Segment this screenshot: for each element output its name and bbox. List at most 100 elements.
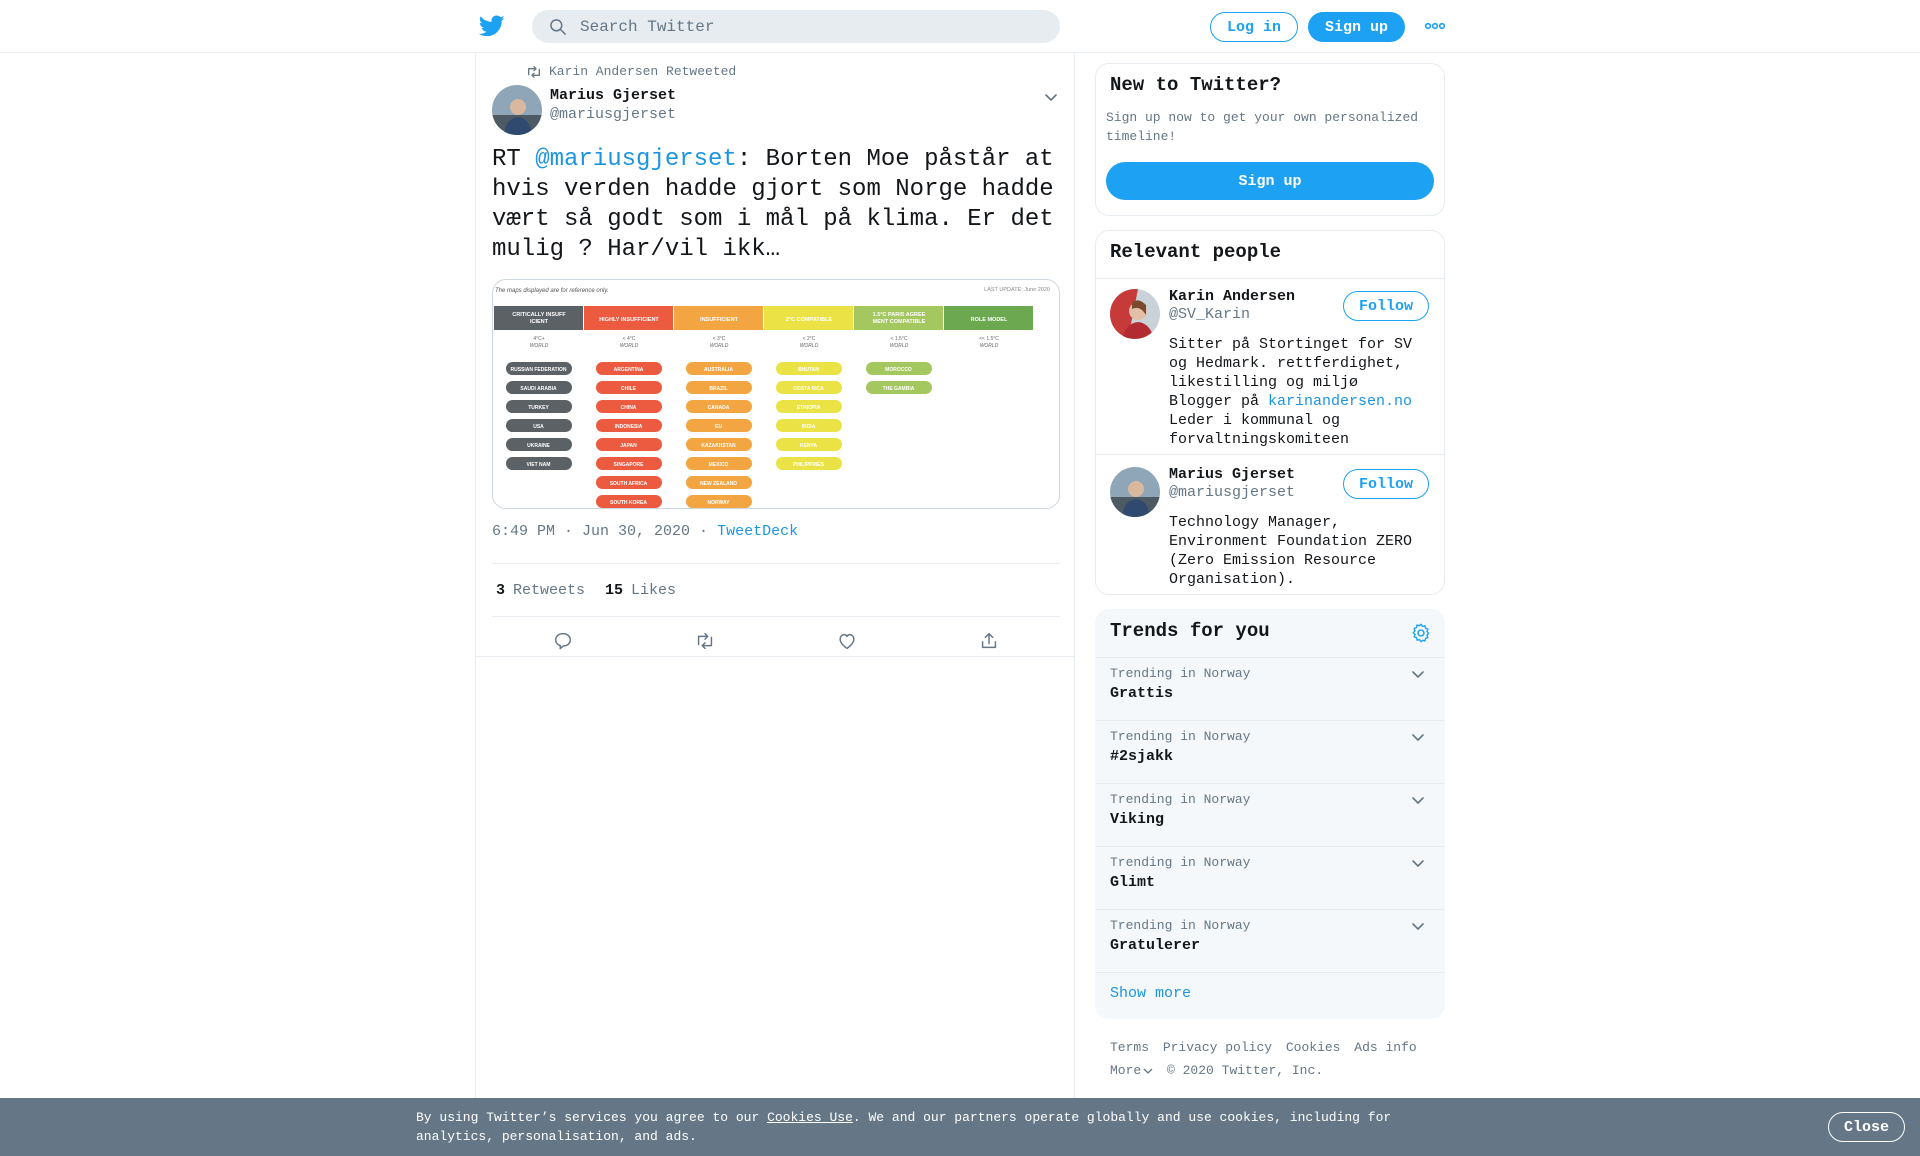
rating-threshold: < 3°C xyxy=(713,336,726,342)
sidebar-signup-button[interactable]: Sign up xyxy=(1106,162,1434,200)
rating-threshold: < 1.5°C xyxy=(891,336,908,342)
rating-world-label: WORLD xyxy=(890,343,909,349)
author-name[interactable]: Marius Gjerset xyxy=(550,87,676,104)
rating-threshold: < 2°C xyxy=(803,336,816,342)
search-input[interactable] xyxy=(580,17,1020,36)
trend-item[interactable]: Trending in Norway Gratulerer xyxy=(1096,909,1444,972)
share-button[interactable] xyxy=(918,617,1060,665)
country-label: RUSSIAN FEDERATION xyxy=(510,367,566,373)
trends-title: Trends for you xyxy=(1110,620,1270,642)
chevron-down-icon xyxy=(1143,1068,1153,1074)
reply-button[interactable] xyxy=(492,617,634,665)
more-options-icon[interactable] xyxy=(1424,20,1446,32)
footer-links: Terms Privacy policy Cookies Ads info Mo… xyxy=(1110,1036,1440,1082)
karin-avatar-image xyxy=(1110,289,1160,339)
trend-item[interactable]: Trending in Norway #2sjakk xyxy=(1096,720,1444,783)
cookie-text-before: By using Twitter’s services you agree to… xyxy=(416,1110,768,1125)
country-label: KAZAKHSTAN xyxy=(701,443,736,449)
country-label: MEXICO xyxy=(709,462,729,468)
country-label: VIET NAM xyxy=(527,462,551,468)
retweets-label[interactable]: Retweets xyxy=(513,582,585,599)
person-name[interactable]: Karin Andersen xyxy=(1169,288,1295,305)
bio-website-link[interactable]: karinandersen.no xyxy=(1268,393,1412,410)
chevron-down-icon[interactable] xyxy=(1411,919,1425,933)
trend-item[interactable]: Trending in Norway Glimt xyxy=(1096,846,1444,909)
cookies-use-link[interactable]: Cookies Use xyxy=(767,1110,853,1125)
country-label: SAUDI ARABIA xyxy=(520,386,557,392)
bio-line: Blogger på karinandersen.no xyxy=(1169,392,1439,411)
like-button[interactable] xyxy=(776,617,918,665)
bio-line: likestilling og miljø xyxy=(1169,374,1359,391)
country-label: JAPAN xyxy=(620,443,637,449)
retweet-icon xyxy=(528,65,540,78)
person-handle[interactable]: @SV_Karin xyxy=(1169,306,1250,323)
tweet-media-image[interactable]: The maps displayed are for reference onl… xyxy=(492,279,1060,509)
country-label: CHILE xyxy=(621,386,637,392)
chevron-down-icon[interactable] xyxy=(1411,730,1425,744)
retweet-context: Karin Andersen Retweeted xyxy=(526,64,736,79)
footer-privacy-link[interactable]: Privacy policy xyxy=(1163,1040,1272,1055)
tweet-source-link[interactable]: TweetDeck xyxy=(717,523,798,540)
chevron-down-icon[interactable] xyxy=(1411,793,1425,807)
retweet-button[interactable] xyxy=(634,617,776,665)
follow-button[interactable]: Follow xyxy=(1343,469,1429,499)
bio-line: og Hedmark. rettferdighet, xyxy=(1169,355,1404,372)
country-label: SOUTH KOREA xyxy=(610,500,647,506)
retweets-count[interactable]: 3 xyxy=(496,582,505,599)
show-more-link[interactable]: Show more xyxy=(1110,985,1191,1002)
follow-button[interactable]: Follow xyxy=(1343,291,1429,321)
avatar[interactable] xyxy=(1110,467,1160,517)
country-label: COSTA RICA xyxy=(793,386,824,392)
country-label: INDONESIA xyxy=(615,424,643,430)
trend-name[interactable]: Viking xyxy=(1110,811,1164,828)
footer-ads-link[interactable]: Ads info xyxy=(1354,1040,1416,1055)
divider xyxy=(1096,454,1444,455)
tweet-mention-link[interactable]: @mariusgjerset xyxy=(535,146,737,173)
twitter-logo-icon[interactable] xyxy=(478,13,506,39)
tweet-actions xyxy=(492,617,1060,665)
author-avatar[interactable] xyxy=(492,85,542,135)
country-label: THE GAMBIA xyxy=(883,386,915,392)
likes-label[interactable]: Likes xyxy=(631,582,676,599)
trend-name[interactable]: Glimt xyxy=(1110,874,1155,891)
cookie-close-button[interactable]: Close xyxy=(1828,1112,1905,1142)
tweet-stats: 3 Retweets 15 Likes xyxy=(492,563,1060,617)
climate-rating-chart-image: The maps displayed are for reference onl… xyxy=(493,280,1059,508)
bio-text: Blogger på xyxy=(1169,393,1269,410)
country-label: MOROCCO xyxy=(885,367,912,373)
rating-world-label: WORLD xyxy=(980,343,999,349)
trend-item[interactable]: Trending in Norway Viking xyxy=(1096,783,1444,846)
trend-name[interactable]: Gratulerer xyxy=(1110,937,1200,954)
trend-name[interactable]: #2sjakk xyxy=(1110,748,1173,765)
reply-icon xyxy=(554,632,572,650)
trend-item[interactable]: Trending in Norway Grattis xyxy=(1096,657,1444,720)
footer-more-link[interactable]: More xyxy=(1110,1059,1153,1082)
country-label: EU xyxy=(715,424,722,430)
author-handle[interactable]: @mariusgjerset xyxy=(550,106,676,123)
person-name[interactable]: Marius Gjerset xyxy=(1169,466,1295,483)
login-button[interactable]: Log in xyxy=(1210,12,1298,42)
chevron-down-icon[interactable] xyxy=(1043,89,1059,105)
rating-header-label: 2°C COMPATIBLE xyxy=(786,317,833,323)
country-label: CHINA xyxy=(621,405,637,411)
footer-cookies-link[interactable]: Cookies xyxy=(1286,1040,1341,1055)
chevron-down-icon[interactable] xyxy=(1411,667,1425,681)
media-last-update: LAST UPDATE: June 2020 xyxy=(984,287,1050,293)
footer-terms-link[interactable]: Terms xyxy=(1110,1040,1149,1055)
chevron-down-icon[interactable] xyxy=(1411,856,1425,870)
trend-name[interactable]: Grattis xyxy=(1110,685,1173,702)
person-handle[interactable]: @mariusgjerset xyxy=(1169,484,1295,501)
signup-button[interactable]: Sign up xyxy=(1308,12,1405,42)
avatar[interactable] xyxy=(1110,289,1160,339)
signup-card-title: New to Twitter? xyxy=(1110,74,1282,96)
gear-icon[interactable] xyxy=(1410,622,1432,644)
bio-line: Sitter på Stortinget for SV xyxy=(1169,336,1413,353)
main-column: Karin Andersen Retweeted Marius Gjerset … xyxy=(475,53,1075,1103)
relevant-people-card: Relevant people Karin Andersen @SV_Karin… xyxy=(1095,230,1445,595)
main-divider xyxy=(476,656,1074,657)
likes-count[interactable]: 15 xyxy=(605,582,623,599)
tweet-time[interactable]: 6:49 PM · Jun 30, 2020 xyxy=(492,523,690,540)
country-label: ARGENTINA xyxy=(614,367,644,373)
rating-world-label: WORLD xyxy=(530,343,549,349)
search-box[interactable] xyxy=(532,10,1060,43)
